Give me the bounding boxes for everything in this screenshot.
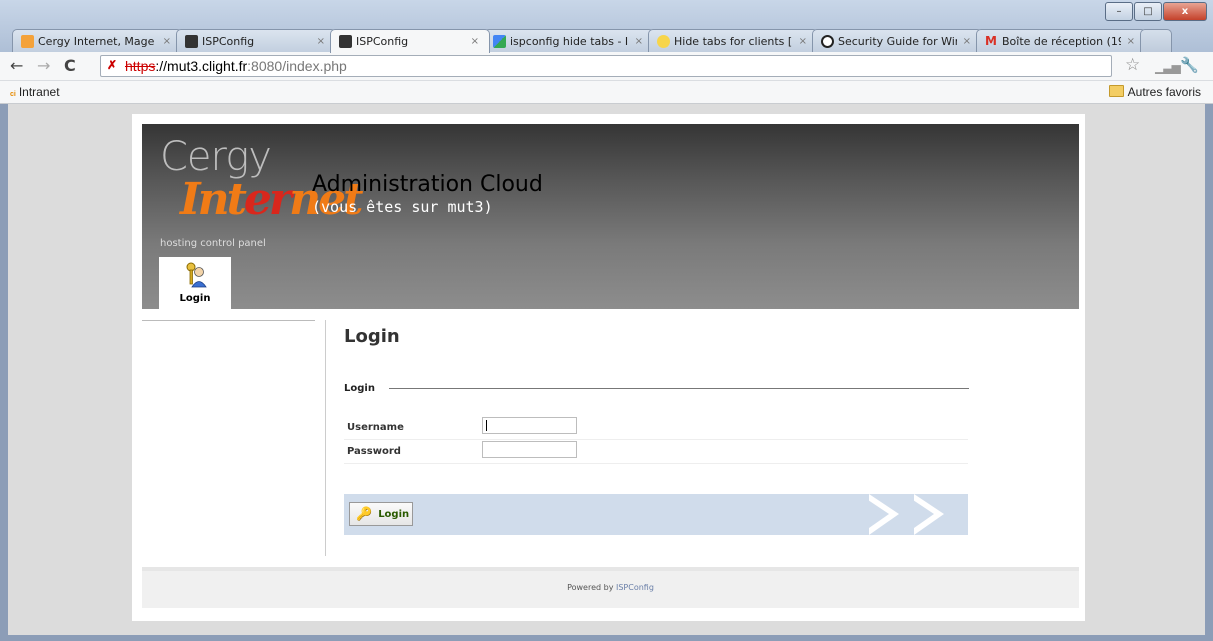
browser-titlebar: – □ x Cergy Internet, Mage × ISPConfig ×… bbox=[0, 0, 1213, 53]
login-button-label: Login bbox=[378, 508, 410, 520]
page-header: Cergy Internet hosting control panel Adm… bbox=[142, 124, 1079, 309]
password-input[interactable] bbox=[482, 441, 577, 458]
browser-toolbar: ← → C ✗ https://mut3.clight.fr:8080/inde… bbox=[0, 52, 1213, 81]
maximize-button[interactable]: □ bbox=[1134, 2, 1162, 21]
address-bar[interactable]: ✗ https://mut3.clight.fr:8080/index.php bbox=[100, 55, 1112, 77]
window-controls: – □ x bbox=[1104, 2, 1207, 21]
ispconfig-favicon-icon bbox=[185, 34, 198, 48]
close-icon[interactable]: × bbox=[471, 36, 479, 47]
cergy-mini-logo-icon: ci bbox=[10, 91, 16, 98]
tab-ispconfig-active[interactable]: ISPConfig × bbox=[330, 29, 490, 53]
reload-icon[interactable]: C bbox=[64, 56, 76, 75]
page-title: Login bbox=[344, 326, 400, 347]
keys-user-icon bbox=[186, 262, 207, 288]
ispconfig-page: Cergy Internet hosting control panel Adm… bbox=[132, 114, 1085, 621]
google-favicon-icon bbox=[493, 34, 506, 48]
ispconfig-link[interactable]: ISPConfig bbox=[616, 583, 654, 592]
new-tab-button[interactable] bbox=[1140, 29, 1172, 52]
form-row-username: Username bbox=[344, 416, 968, 440]
tab-title: Security Guide for Wir bbox=[838, 34, 957, 48]
fieldset-line bbox=[389, 388, 969, 389]
security-favicon-icon bbox=[821, 34, 834, 48]
bookmarks-bar: ci Intranet Autres favoris bbox=[0, 81, 1213, 104]
stats-icon[interactable]: ▁▃▅ bbox=[1155, 60, 1181, 74]
footer-prefix: Powered by bbox=[567, 583, 616, 592]
folder-icon bbox=[1108, 85, 1124, 97]
wrench-icon[interactable]: 🔧 bbox=[1180, 56, 1199, 74]
key-icon: 🔑 bbox=[356, 506, 373, 522]
form-row-password: Password bbox=[344, 440, 968, 464]
bookmark-star-icon[interactable]: ☆ bbox=[1125, 55, 1140, 75]
sidebar-divider bbox=[142, 320, 315, 321]
close-icon[interactable]: × bbox=[799, 36, 807, 47]
close-icon[interactable]: × bbox=[163, 36, 171, 47]
tab-title: Cergy Internet, Mage bbox=[38, 34, 155, 48]
close-icon[interactable]: × bbox=[963, 36, 971, 47]
tab-login-label: Login bbox=[179, 293, 211, 304]
tab-cergy[interactable]: Cergy Internet, Mage × bbox=[12, 29, 182, 52]
tab-title: ISPConfig bbox=[202, 34, 255, 48]
lightbulb-favicon-icon bbox=[657, 34, 670, 48]
gmail-favicon-icon: M bbox=[985, 33, 997, 48]
tab-title: ISPConfig bbox=[356, 35, 409, 48]
close-window-button[interactable]: x bbox=[1163, 2, 1207, 21]
tab-login[interactable]: Login bbox=[159, 257, 231, 309]
button-bar: 🔑 Login bbox=[344, 494, 968, 535]
tab-strip: Cergy Internet, Mage × ISPConfig × ISPCo… bbox=[12, 29, 1172, 53]
tab-title: Boîte de réception (19 bbox=[1002, 34, 1121, 48]
page-footer: Powered by ISPConfig bbox=[142, 567, 1079, 608]
minimize-button[interactable]: – bbox=[1105, 2, 1133, 21]
username-input[interactable] bbox=[482, 417, 577, 434]
ispconfig-favicon-icon bbox=[339, 35, 352, 48]
bookmark-intranet[interactable]: ci Intranet bbox=[10, 85, 60, 99]
fieldset-legend: Login bbox=[344, 383, 375, 394]
login-button[interactable]: 🔑 Login bbox=[349, 502, 413, 526]
page-viewport: Cergy Internet hosting control panel Adm… bbox=[8, 104, 1205, 635]
insecure-https-icon: ✗ bbox=[107, 58, 118, 72]
app-title: Administration Cloud bbox=[312, 172, 543, 197]
cergy-favicon-icon bbox=[21, 34, 34, 48]
username-label: Username bbox=[347, 422, 404, 433]
column-divider bbox=[325, 320, 326, 556]
url-text: https://mut3.clight.fr:8080/index.php bbox=[125, 58, 347, 74]
close-icon[interactable]: × bbox=[317, 36, 325, 47]
chevron-decoration bbox=[904, 494, 934, 535]
password-label: Password bbox=[347, 446, 401, 457]
tab-gmail[interactable]: M Boîte de réception (19 × bbox=[976, 29, 1146, 52]
close-icon[interactable]: × bbox=[635, 36, 643, 47]
tab-ispconfig-hide-tabs[interactable]: ispconfig hide tabs - I × bbox=[484, 29, 654, 52]
tab-security-guide[interactable]: Security Guide for Wir × bbox=[812, 29, 982, 52]
tab-title: Hide tabs for clients [ bbox=[674, 34, 793, 48]
tab-title: ispconfig hide tabs - I bbox=[510, 34, 629, 48]
back-arrow-icon[interactable]: ← bbox=[10, 56, 23, 75]
logo-subtitle: hosting control panel bbox=[160, 238, 266, 249]
tab-ispconfig-1[interactable]: ISPConfig × bbox=[176, 29, 336, 52]
bookmark-other-favorites[interactable]: Autres favoris bbox=[1108, 85, 1201, 99]
tab-hide-tabs-clients[interactable]: Hide tabs for clients [ × bbox=[648, 29, 818, 52]
chevron-decoration bbox=[859, 494, 889, 535]
text-caret bbox=[486, 420, 487, 431]
app-subtitle: (vous êtes sur mut3) bbox=[312, 198, 493, 216]
close-icon[interactable]: × bbox=[1127, 36, 1135, 47]
forward-arrow-icon[interactable]: → bbox=[37, 56, 50, 75]
